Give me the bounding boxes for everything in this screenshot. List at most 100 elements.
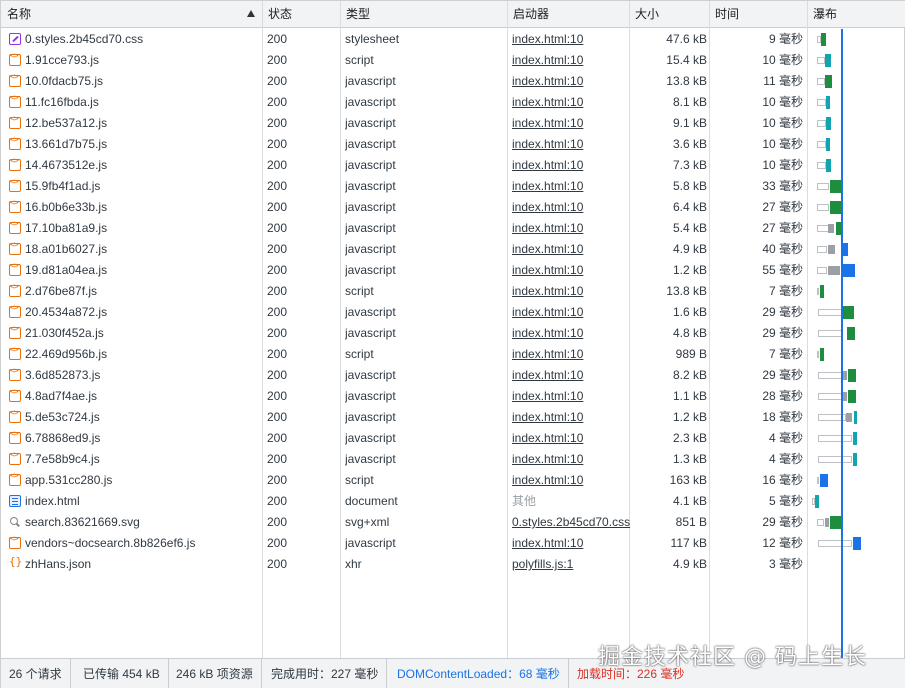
table-row[interactable]: 0.styles.2b45cd70.css 200 stylesheet index.… xyxy=(1,29,905,50)
table-row[interactable]: 14.4673512e.js200javascriptindex.html:10… xyxy=(1,155,905,176)
table-row[interactable]: 3.6d852873.js200javascriptindex.html:108… xyxy=(1,365,905,386)
dom-content-loaded-time: DOMContentLoaded：68 毫秒 xyxy=(389,659,569,688)
column-header-type[interactable]: 类型 xyxy=(340,1,370,28)
waterfall-queue-segment xyxy=(817,57,825,64)
waterfall-queue-segment xyxy=(818,540,852,547)
waterfall-queue-segment xyxy=(818,309,842,316)
waterfall-bar[interactable] xyxy=(1,302,905,323)
waterfall-bar[interactable] xyxy=(1,344,905,365)
column-header-size[interactable]: 大小 xyxy=(629,1,659,28)
request-size: 4.9 kB xyxy=(672,557,707,571)
initiator-link[interactable]: polyfills.js:1 xyxy=(512,554,632,575)
waterfall-bar[interactable] xyxy=(1,407,905,428)
waterfall-receive-segment xyxy=(826,138,830,151)
waterfall-queue-segment xyxy=(817,204,829,211)
waterfall-receive-segment xyxy=(853,537,861,550)
waterfall-bar[interactable] xyxy=(1,134,905,155)
waterfall-stall-segment xyxy=(828,245,835,254)
waterfall-bar[interactable] xyxy=(1,449,905,470)
waterfall-queue-segment xyxy=(817,78,825,85)
column-header-status[interactable]: 状态 xyxy=(262,1,292,28)
table-row[interactable]: 6.78868ed9.js200javascriptindex.html:102… xyxy=(1,428,905,449)
column-header-time[interactable]: 时间 xyxy=(709,1,739,28)
waterfall-queue-segment xyxy=(818,456,852,463)
table-row[interactable]: 2.d76be87f.js200scriptindex.html:1013.8 … xyxy=(1,281,905,302)
table-row[interactable]: app.531cc280.js200scriptindex.html:10163… xyxy=(1,470,905,491)
sort-ascending-icon[interactable] xyxy=(247,10,255,17)
waterfall-stall-segment xyxy=(828,266,840,275)
waterfall-receive-segment xyxy=(821,33,826,46)
waterfall-receive-segment xyxy=(848,390,856,403)
table-row[interactable]: vendors~docsearch.8b826ef6.js200javascri… xyxy=(1,533,905,554)
waterfall-bar[interactable] xyxy=(1,386,905,407)
waterfall-bar[interactable] xyxy=(1,71,905,92)
waterfall-bar[interactable] xyxy=(1,428,905,449)
waterfall-receive-segment xyxy=(854,411,857,424)
waterfall-bar[interactable] xyxy=(1,491,905,512)
waterfall-queue-segment xyxy=(818,393,842,400)
table-row[interactable]: 17.10ba81a9.js200javascriptindex.html:10… xyxy=(1,218,905,239)
table-row[interactable]: 10.0fdacb75.js200javascriptindex.html:10… xyxy=(1,71,905,92)
watermark-text: 掘金技术社区 @ 码上生长 xyxy=(598,645,867,670)
request-count: 26 个请求 xyxy=(1,659,71,688)
table-row[interactable]: 4.8ad7f4ae.js200javascriptindex.html:101… xyxy=(1,386,905,407)
request-time: 3 毫秒 xyxy=(768,557,803,571)
waterfall-receive-segment xyxy=(820,348,824,361)
waterfall-bar[interactable] xyxy=(1,281,905,302)
waterfall-bar[interactable] xyxy=(1,92,905,113)
waterfall-bar[interactable] xyxy=(1,512,905,533)
waterfall-bar[interactable] xyxy=(1,113,905,134)
waterfall-bar[interactable] xyxy=(1,365,905,386)
waterfall-queue-segment xyxy=(817,351,819,358)
waterfall-queue-segment xyxy=(818,435,852,442)
table-row[interactable]: 12.be537a12.js200javascriptindex.html:10… xyxy=(1,113,905,134)
table-row[interactable]: 5.de53c724.js200javascriptindex.html:101… xyxy=(1,407,905,428)
table-row[interactable]: 1.91cce793.js200scriptindex.html:1015.4 … xyxy=(1,50,905,71)
table-row[interactable]: index.html 200 document 其他 4.1 kB 5 毫秒 xyxy=(1,491,905,512)
table-row[interactable]: zhHans.json 200 xhr polyfills.js:1 4.9 kB 3 毫… xyxy=(1,554,905,575)
waterfall-bar[interactable] xyxy=(1,323,905,344)
table-row[interactable]: 19.d81a04ea.js200javascriptindex.html:10… xyxy=(1,260,905,281)
waterfall-bar[interactable] xyxy=(1,260,905,281)
waterfall-bar[interactable] xyxy=(1,29,905,50)
waterfall-bar[interactable] xyxy=(1,533,905,554)
waterfall-bar[interactable] xyxy=(1,176,905,197)
waterfall-bar[interactable] xyxy=(1,50,905,71)
network-panel: 名称 状态 类型 启动器 大小 时间 瀑布 0.styles.2b45cd70.… xyxy=(0,0,905,688)
waterfall-queue-segment xyxy=(817,120,826,127)
column-header-name[interactable]: 名称 xyxy=(1,1,31,28)
waterfall-queue-segment xyxy=(817,288,819,295)
table-row[interactable]: 21.030f452a.js200javascriptindex.html:10… xyxy=(1,323,905,344)
waterfall-bar[interactable] xyxy=(1,197,905,218)
table-row[interactable]: 11.fc16fbda.js200javascriptindex.html:10… xyxy=(1,92,905,113)
waterfall-stall-segment xyxy=(825,518,829,527)
waterfall-receive-segment xyxy=(825,75,832,88)
table-row[interactable]: 15.9fb4f1ad.js200javascriptindex.html:10… xyxy=(1,176,905,197)
waterfall-receive-segment xyxy=(841,264,855,277)
waterfall-receive-segment xyxy=(853,453,857,466)
waterfall-queue-segment xyxy=(817,183,829,190)
table-row[interactable]: search.83621669.svg 200 svg+xml 0.styles.2b… xyxy=(1,512,905,533)
json-file-icon xyxy=(9,555,22,570)
table-row[interactable]: 22.469d956b.js200scriptindex.html:10989 … xyxy=(1,344,905,365)
waterfall-bar[interactable] xyxy=(1,470,905,491)
table-row[interactable]: 7.7e58b9c4.js200javascriptindex.html:101… xyxy=(1,449,905,470)
finish-time: 完成用时：227 毫秒 xyxy=(263,659,388,688)
column-header-initiator[interactable]: 启动器 xyxy=(507,1,549,28)
table-row[interactable]: 16.b0b6e33b.js200javascriptindex.html:10… xyxy=(1,197,905,218)
request-name[interactable]: zhHans.json xyxy=(25,554,261,575)
column-header-waterfall[interactable]: 瀑布 xyxy=(807,1,837,28)
waterfall-bar[interactable] xyxy=(1,155,905,176)
waterfall-receive-segment xyxy=(826,96,830,109)
waterfall-queue-segment xyxy=(818,372,842,379)
waterfall-bar[interactable] xyxy=(1,239,905,260)
table-row[interactable]: 18.a01b6027.js200javascriptindex.html:10… xyxy=(1,239,905,260)
waterfall-queue-segment xyxy=(817,99,826,106)
table-row[interactable]: 13.661d7b75.js200javascriptindex.html:10… xyxy=(1,134,905,155)
request-status: 200 xyxy=(267,557,288,571)
waterfall-bar[interactable] xyxy=(1,218,905,239)
waterfall-queue-segment xyxy=(817,267,827,274)
waterfall-queue-segment xyxy=(817,519,824,526)
waterfall-receive-segment xyxy=(826,159,831,172)
table-row[interactable]: 20.4534a872.js200javascriptindex.html:10… xyxy=(1,302,905,323)
